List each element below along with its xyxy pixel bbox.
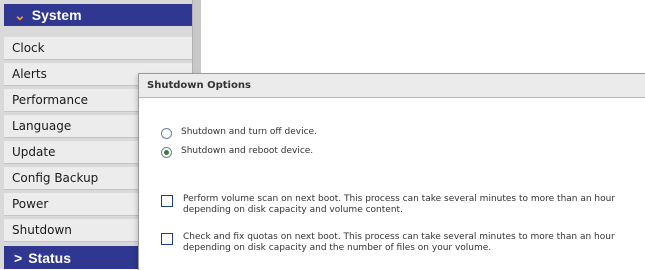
sidebar-category-label: System	[31, 7, 82, 23]
radio-button[interactable]	[161, 147, 172, 158]
sidebar-item-label: Config Backup	[12, 171, 99, 185]
chevron-down-icon: ⌄	[14, 6, 26, 23]
checkbox-label: Check and fix quotas on next boot. This …	[183, 232, 615, 253]
checkbox-option-volume-scan[interactable]: Perform volume scan on next boot. This p…	[161, 194, 633, 216]
checkbox-option-fix-quotas[interactable]: Check and fix quotas on next boot. This …	[161, 232, 633, 254]
sidebar-item-label: Performance	[12, 93, 89, 107]
checkbox-label: Perform volume scan on next boot. This p…	[183, 194, 616, 215]
checkbox[interactable]	[161, 195, 173, 207]
sidebar-item-label: Shutdown	[12, 223, 72, 237]
radio-button[interactable]	[161, 128, 172, 139]
radio-option-turn-off[interactable]: Shutdown and turn off device.	[161, 127, 317, 139]
chevron-right-icon: >	[14, 249, 23, 266]
radio-label: Shutdown and reboot device.	[181, 146, 314, 156]
sidebar-item-label: Power	[12, 197, 49, 211]
shutdown-options-panel: Shutdown Options Shutdown and turn off d…	[138, 73, 645, 270]
sidebar-category-label: Status	[28, 249, 71, 266]
sidebar-item-label: Alerts	[12, 67, 47, 81]
sidebar-item-label: Update	[12, 145, 56, 159]
radio-label: Shutdown and turn off device.	[181, 127, 317, 137]
sidebar-item-label: Clock	[12, 41, 45, 55]
radio-option-reboot[interactable]: Shutdown and reboot device.	[161, 146, 313, 158]
sidebar-category-system[interactable]: ⌄ System	[4, 4, 192, 26]
sidebar-item-clock[interactable]: Clock	[4, 37, 192, 60]
checkbox[interactable]	[161, 233, 173, 245]
sidebar-item-label: Language	[12, 119, 72, 133]
panel-title: Shutdown Options	[139, 74, 645, 98]
